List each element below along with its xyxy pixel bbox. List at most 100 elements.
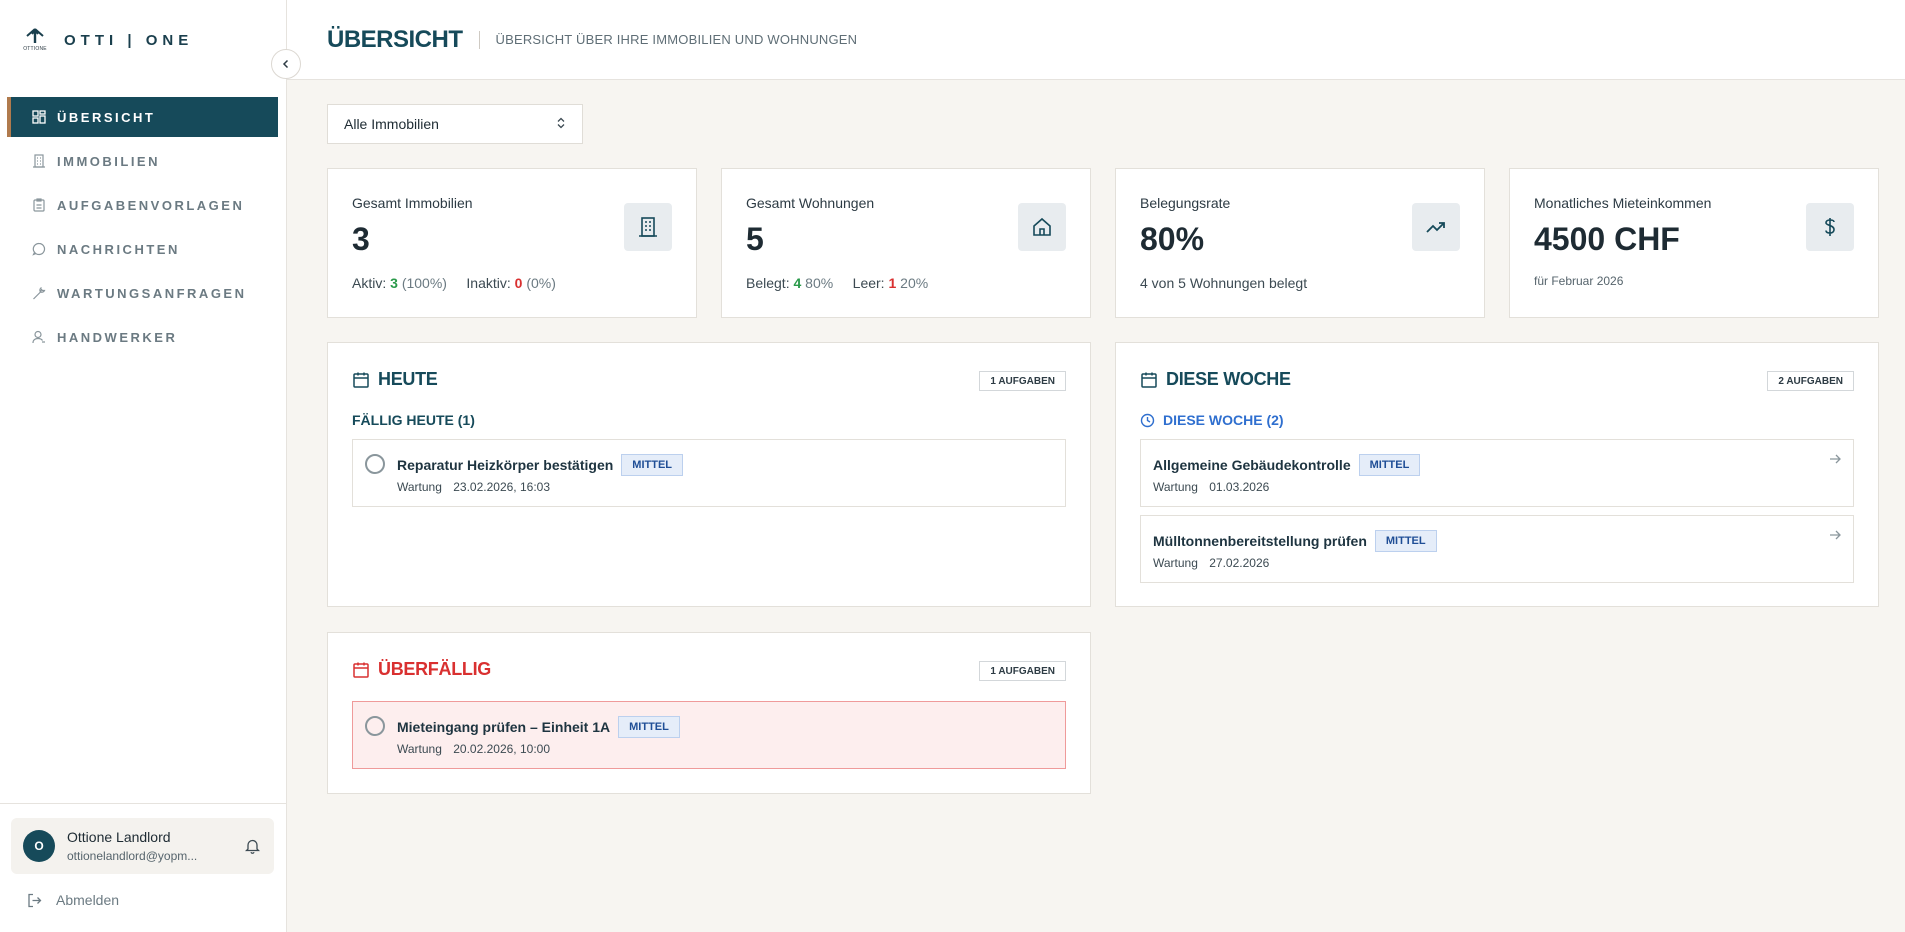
property-filter-select[interactable]: Alle Immobilien [327, 104, 583, 144]
logo-text: OTTIONE [23, 46, 47, 52]
inaktiv-count: 0 [514, 275, 523, 291]
task-item[interactable]: Allgemeine Gebäudekontrolle MITTEL Wartu… [1140, 439, 1854, 507]
sidebar-item-label: IMMOBILIEN [57, 153, 160, 169]
sidebar-item-label: HANDWERKER [57, 329, 178, 345]
sidebar-item-label: WARTUNGSANFRAGEN [57, 285, 247, 301]
task-meta: Wartung 01.03.2026 [1153, 480, 1269, 494]
property-filter-value: Alle Immobilien [344, 116, 439, 132]
arrow-right-icon[interactable] [1829, 452, 1841, 470]
task-checkbox[interactable] [365, 454, 385, 474]
section-header: HEUTE [352, 369, 438, 390]
task-date: 27.02.2026 [1209, 556, 1270, 570]
section-heute: HEUTE 1 AUFGABEN FÄLLIG HEUTE (1) Repara… [327, 342, 1091, 607]
arrow-right-icon[interactable] [1829, 528, 1841, 546]
user-email: ottionelandlord@yopm... [67, 849, 198, 863]
calendar-icon [353, 662, 369, 678]
stat-label: Monatliches Mieteinkommen [1534, 195, 1712, 211]
header-divider [478, 30, 480, 49]
brand-name: OTTI | ONE [64, 31, 194, 49]
priority-badge: MITTEL [621, 454, 684, 476]
task-count-badge: 1 AUFGABEN [979, 371, 1066, 391]
leer-percent: 20% [900, 275, 929, 291]
chevron-up-down-icon [556, 116, 566, 132]
sidebar-footer: O Ottione Landlord ottionelandlord@yopm.… [0, 803, 286, 932]
priority-badge: MITTEL [1374, 530, 1437, 552]
leer-count: 1 [888, 275, 897, 291]
house-icon [1018, 203, 1066, 251]
sidebar-item-label: NACHRICHTEN [57, 241, 180, 257]
inaktiv-percent: (0%) [526, 275, 556, 291]
task-date: 20.02.2026, 10:00 [453, 742, 551, 756]
task-date: 23.02.2026, 16:03 [453, 480, 551, 494]
task-date: 01.03.2026 [1209, 480, 1270, 494]
task-item[interactable]: Reparatur Heizkörper bestätigen MITTEL W… [352, 439, 1066, 507]
sidebar-nav: ÜBERSICHT IMMOBILIEN AUFGABENVORLAGEN NA… [7, 97, 278, 361]
stat-breakdown: Belegt: 4 80% Leer: 1 20% [746, 275, 928, 291]
sidebar-item-label: AUFGABENVORLAGEN [57, 197, 245, 213]
stat-sub: 4 von 5 Wohnungen belegt [1140, 275, 1308, 291]
priority-badge: MITTEL [618, 716, 680, 738]
leer-label: Leer: [852, 275, 885, 291]
stat-value: 5 [746, 221, 764, 257]
aktiv-percent: (100%) [401, 275, 447, 291]
task-category: Wartung [397, 742, 442, 756]
sidebar-item-immobilien[interactable]: IMMOBILIEN [7, 141, 278, 181]
user-card[interactable]: O Ottione Landlord ottionelandlord@yopm.… [11, 818, 274, 874]
task-item[interactable]: Mülltonnenbereitstellung prüfen MITTEL W… [1140, 515, 1854, 583]
bell-icon[interactable] [242, 836, 262, 856]
page-subtitle: Übersicht über Ihre Immobilien und Wohnu… [495, 32, 858, 47]
group-label-text: DIESE WOCHE (2) [1163, 412, 1284, 428]
building-icon [624, 203, 672, 251]
section-title: ÜBERFÄLLIG [378, 659, 491, 679]
stat-value: 80% [1140, 221, 1205, 257]
belegt-percent: 80% [805, 275, 834, 291]
sidebar-item-handwerker[interactable]: HANDWERKER [7, 317, 278, 357]
page-header: ÜBERSICHT Übersicht über Ihre Immobilien… [287, 0, 1905, 80]
sidebar-collapse-button[interactable] [271, 49, 301, 79]
house-arrow-icon [26, 28, 44, 43]
stat-breakdown: Aktiv: 3 (100%) Inaktiv: 0 (0%) [352, 275, 556, 291]
dollar-icon [1806, 203, 1854, 251]
logo: OTTIONE [20, 25, 50, 55]
priority-badge: MITTEL [1358, 454, 1421, 476]
task-title: Mieteingang prüfen – Einheit 1A [397, 719, 611, 735]
task-title-row: Reparatur Heizkörper bestätigen MITTEL [397, 454, 684, 476]
aktiv-count: 3 [390, 275, 398, 291]
brand[interactable]: OTTIONE OTTI | ONE [20, 25, 193, 55]
chevron-left-icon [282, 59, 289, 69]
task-meta: Wartung 23.02.2026, 16:03 [397, 480, 550, 494]
task-count-badge: 2 AUFGABEN [1767, 371, 1854, 391]
task-category: Wartung [397, 480, 442, 494]
building-icon [31, 153, 47, 169]
sidebar-item-uebersicht[interactable]: ÜBERSICHT [7, 97, 278, 137]
task-category: Wartung [1153, 480, 1198, 494]
stat-label: Gesamt Immobilien [352, 195, 473, 211]
sidebar-item-wartungsanfragen[interactable]: WARTUNGSANFRAGEN [7, 273, 278, 313]
task-title: Mülltonnenbereitstellung prüfen [1153, 533, 1367, 549]
logout-label: Abmelden [56, 892, 120, 908]
stat-value: 4500 CHF [1534, 221, 1680, 257]
task-title-row: Allgemeine Gebäudekontrolle MITTEL [1153, 454, 1421, 476]
sidebar: OTTIONE OTTI | ONE ÜBERSICHT IMMOBILIEN … [0, 0, 287, 932]
stat-card-belegungsrate: Belegungsrate 80% 4 von 5 Wohnungen bele… [1115, 168, 1485, 318]
stat-sub: für Februar 2026 [1534, 274, 1624, 288]
task-count-badge: 1 AUFGABEN [979, 661, 1066, 681]
logout-button[interactable]: Abmelden [27, 892, 119, 908]
belegt-count: 4 [793, 275, 802, 291]
sidebar-item-aufgabenvorlagen[interactable]: AUFGABENVORLAGEN [7, 185, 278, 225]
group-label: DIESE WOCHE (2) [1140, 412, 1284, 428]
stat-card-mieteinkommen: Monatliches Mieteinkommen 4500 CHF für F… [1509, 168, 1879, 318]
avatar: O [23, 830, 55, 862]
stat-card-wohnungen: Gesamt Wohnungen 5 Belegt: 4 80% Leer: 1… [721, 168, 1091, 318]
belegt-label: Belegt: [746, 275, 790, 291]
task-title-row: Mülltonnenbereitstellung prüfen MITTEL [1153, 530, 1437, 552]
user-name: Ottione Landlord [67, 829, 171, 845]
section-ueberfaellig: ÜBERFÄLLIG 1 AUFGABEN Mieteingang prüfen… [327, 632, 1091, 794]
sidebar-item-nachrichten[interactable]: NACHRICHTEN [7, 229, 278, 269]
task-item[interactable]: Mieteingang prüfen – Einheit 1A MITTEL W… [352, 701, 1066, 769]
stat-value: 3 [352, 221, 370, 257]
logout-icon [28, 893, 42, 907]
task-checkbox[interactable] [365, 716, 385, 736]
task-category: Wartung [1153, 556, 1198, 570]
calendar-icon [1141, 372, 1157, 388]
